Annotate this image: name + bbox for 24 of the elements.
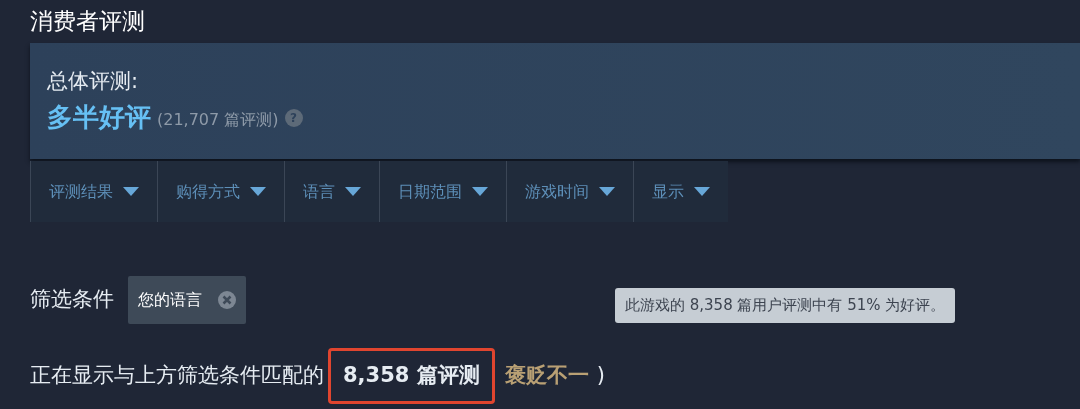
filter-dropdown[interactable]: 显示 xyxy=(633,161,728,222)
filter-label: 筛选条件 xyxy=(30,286,114,314)
filter-dropdown[interactable]: 评测结果 xyxy=(30,161,157,222)
filter-dropdown[interactable]: 日期范围 xyxy=(379,161,506,222)
remove-icon[interactable] xyxy=(218,291,236,309)
filter-dropdown[interactable]: 游戏时间 xyxy=(506,161,633,222)
result-count: 8,358 篇评测 xyxy=(328,348,495,404)
tooltip: 此游戏的 8,358 篇用户评测中有 51% 为好评。 xyxy=(615,288,956,323)
filter-dropdown[interactable]: 购得方式 xyxy=(157,161,284,222)
caret-icon xyxy=(250,187,266,196)
caret-icon xyxy=(123,187,139,196)
result-rating: 褒贬不一 xyxy=(504,362,589,390)
caret-icon xyxy=(599,187,615,196)
section-title: 消费者评测 xyxy=(30,7,145,36)
caret-icon xyxy=(345,187,361,196)
filter-dropdown[interactable]: 语言 xyxy=(284,161,379,222)
review-count: (21,707 篇评测) xyxy=(157,108,279,131)
caret-icon xyxy=(694,187,710,196)
closing-parenthesis: ) xyxy=(596,362,605,390)
rating-text: 多半好评 xyxy=(47,101,151,134)
caret-icon xyxy=(472,187,488,196)
summary-label: 总体评测: xyxy=(47,68,140,95)
filter-chip[interactable]: 您的语言 xyxy=(128,276,246,324)
result-text: 正在显示与上方筛选条件匹配的 xyxy=(30,362,324,390)
